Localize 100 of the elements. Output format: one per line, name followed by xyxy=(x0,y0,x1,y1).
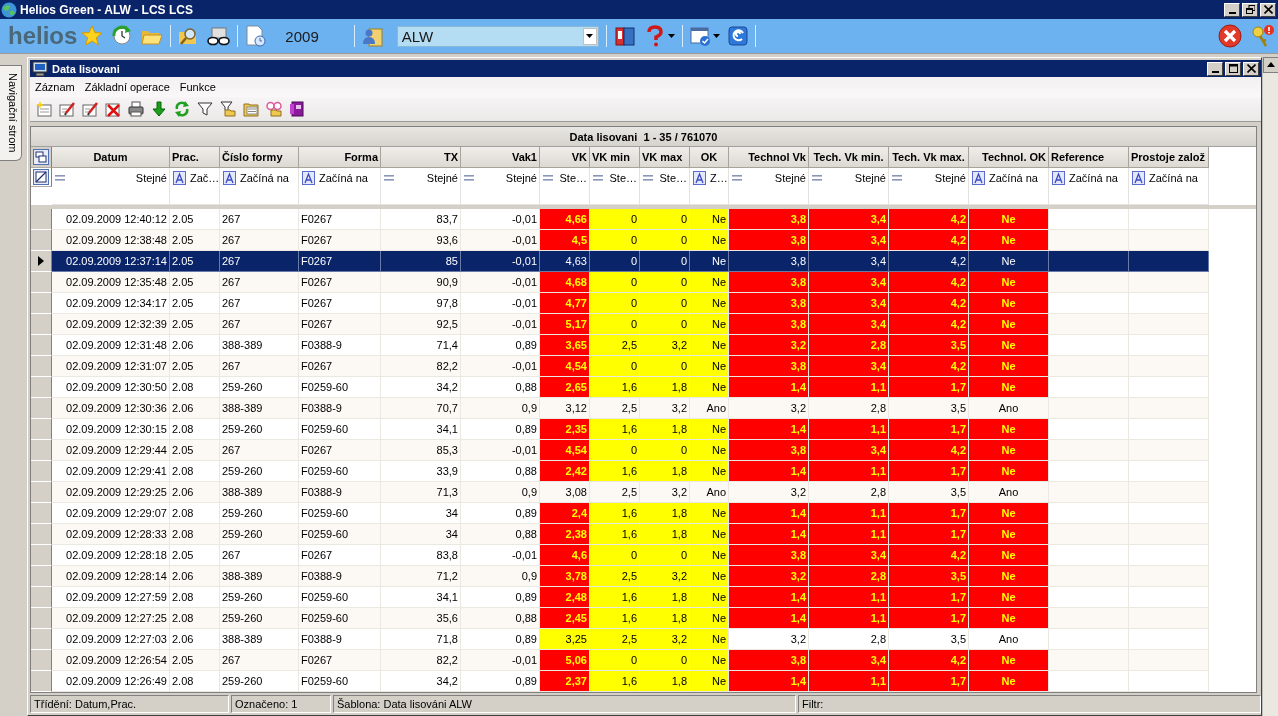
column-header[interactable]: Technol. OK xyxy=(969,147,1049,168)
filter-operator[interactable]: Stejné xyxy=(774,171,806,184)
equals-filter-icon[interactable] xyxy=(892,174,902,181)
table-row[interactable]: 02.09.2009 12:29:25 2.06 388-389 F0388-9 71,3 0,9 3,08 2,5 3,2 Ano 3,2 2,8 3,5 Ano xyxy=(31,482,1209,503)
filter-input[interactable] xyxy=(170,187,220,205)
folder-search-icon[interactable] xyxy=(178,26,199,46)
close-button[interactable] xyxy=(1243,61,1259,76)
vertical-scrollbar[interactable] xyxy=(1262,57,1278,716)
filter-operator[interactable]: Začíná na xyxy=(1149,171,1198,184)
table-row[interactable]: 02.09.2009 12:30:36 2.06 388-389 F0388-9 70,7 0,9 3,12 2,5 3,2 Ano 3,2 2,8 3,5 Ano xyxy=(31,398,1209,419)
filter-icon[interactable] xyxy=(197,101,213,117)
filter-operator[interactable]: Stejné xyxy=(854,171,886,184)
equals-filter-icon[interactable] xyxy=(543,174,553,181)
new-document-icon[interactable] xyxy=(36,101,52,117)
filter-input[interactable] xyxy=(540,187,590,205)
row-selector[interactable] xyxy=(31,251,52,272)
scroll-up-icon[interactable] xyxy=(1263,57,1278,73)
caret-icon[interactable] xyxy=(712,34,720,38)
equals-filter-icon[interactable] xyxy=(55,174,65,181)
table-row[interactable]: 02.09.2009 12:29:07 2.08 259-260 F0259-60 34 0,89 2,4 1,6 1,8 Ne 1,4 1,1 1,7 Ne xyxy=(31,503,1209,524)
delete-document-icon[interactable] xyxy=(105,101,121,117)
filter-operator[interactable]: Stejné xyxy=(934,171,966,184)
key-icon[interactable] xyxy=(1250,24,1275,48)
column-header[interactable]: Tech. Vk max. xyxy=(889,147,969,168)
document-clock-icon[interactable] xyxy=(245,25,268,47)
table-row[interactable]: 02.09.2009 12:31:48 2.06 388-389 F0388-9 71,4 0,89 3,65 2,5 3,2 Ne 3,2 2,8 3,5 Ne xyxy=(31,335,1209,356)
filter-operator[interactable]: Zač… xyxy=(190,171,220,184)
table-row[interactable]: 02.09.2009 12:27:25 2.08 259-260 F0259-60 35,6 0,88 2,45 1,6 1,8 Ne 1,4 1,1 1,7 Ne xyxy=(31,608,1209,629)
glasses-folder-icon[interactable] xyxy=(266,101,282,117)
column-header[interactable]: Číslo formy xyxy=(220,147,299,168)
text-filter-icon[interactable] xyxy=(972,170,985,185)
column-header[interactable]: VK xyxy=(540,147,590,168)
table-row[interactable]: 02.09.2009 12:35:48 2.05 267 F0267 90,9 -0,01 4,68 0 0 Ne 3,8 3,4 4,2 Ne xyxy=(31,272,1209,293)
people-folder-icon[interactable] xyxy=(361,25,383,47)
column-header[interactable]: Vak1 xyxy=(461,147,540,168)
table-row[interactable]: 02.09.2009 12:30:50 2.08 259-260 F0259-60 34,2 0,88 2,65 1,6 1,8 Ne 1,4 1,1 1,7 Ne xyxy=(31,377,1209,398)
organization-combo[interactable]: ALW xyxy=(396,25,599,47)
table-row[interactable]: 02.09.2009 12:32:39 2.05 267 F0267 92,5 -0,01 5,17 0 0 Ne 3,8 3,4 4,2 Ne xyxy=(31,314,1209,335)
column-header[interactable]: Datum xyxy=(52,147,170,168)
minimize-button[interactable] xyxy=(1207,61,1223,76)
filter-clear-icon[interactable] xyxy=(33,169,49,185)
table-row[interactable]: 02.09.2009 12:40:12 2.05 267 F0267 83,7 -0,01 4,66 0 0 Ne 3,8 3,4 4,2 Ne xyxy=(31,209,1209,230)
filter-operator[interactable]: Ste… xyxy=(659,171,687,184)
column-chooser-icon[interactable] xyxy=(33,149,49,165)
filter-folder-icon[interactable] xyxy=(220,101,236,117)
swirl-icon[interactable] xyxy=(727,26,748,46)
folder-list-icon[interactable] xyxy=(243,101,259,117)
column-header[interactable]: VK min xyxy=(590,147,640,168)
refresh-icon[interactable] xyxy=(174,101,190,117)
dropdown-button[interactable] xyxy=(582,27,597,45)
column-header[interactable]: Reference xyxy=(1049,147,1129,168)
filter-operator[interactable]: Stejné xyxy=(505,171,537,184)
filter-input[interactable] xyxy=(809,187,889,205)
text-filter-icon[interactable] xyxy=(223,170,236,185)
filter-input[interactable] xyxy=(640,187,690,205)
text-filter-icon[interactable] xyxy=(693,170,706,185)
printer-icon[interactable] xyxy=(128,101,144,117)
filter-operator[interactable]: Začíná na xyxy=(240,171,289,184)
filter-operator[interactable]: Z… xyxy=(710,171,728,184)
table-row[interactable]: 02.09.2009 12:26:49 2.08 259-260 F0259-60 34,2 0,89 2,37 1,6 1,8 Ne 1,4 1,1 1,7 Ne xyxy=(31,671,1209,692)
filter-operator[interactable]: Ste… xyxy=(559,171,587,184)
table-row[interactable]: 02.09.2009 12:29:41 2.08 259-260 F0259-60 33,9 0,88 2,42 1,6 1,8 Ne 1,4 1,1 1,7 Ne xyxy=(31,461,1209,482)
equals-filter-icon[interactable] xyxy=(464,174,474,181)
table-row[interactable]: 02.09.2009 12:37:14 2.05 267 F0267 85 -0,01 4,63 0 0 Ne 3,8 3,4 4,2 Ne xyxy=(31,251,1209,272)
table-row[interactable]: 02.09.2009 12:28:18 2.05 267 F0267 83,8 -0,01 4,6 0 0 Ne 3,8 3,4 4,2 Ne xyxy=(31,545,1209,566)
column-header[interactable]: OK xyxy=(690,147,729,168)
table-row[interactable]: 02.09.2009 12:38:48 2.05 267 F0267 93,6 -0,01 4,5 0 0 Ne 3,8 3,4 4,2 Ne xyxy=(31,230,1209,251)
filter-input[interactable] xyxy=(381,187,461,205)
filter-input[interactable] xyxy=(889,187,969,205)
filter-input[interactable] xyxy=(1049,187,1129,205)
filter-input[interactable] xyxy=(969,187,1049,205)
filter-input[interactable] xyxy=(1129,187,1209,205)
filter-operator[interactable]: Začíná na xyxy=(989,171,1038,184)
minimize-button[interactable] xyxy=(1224,2,1240,17)
filter-input[interactable] xyxy=(729,187,809,205)
star-icon[interactable] xyxy=(81,25,104,47)
window-check-icon[interactable] xyxy=(689,25,711,47)
menu-item[interactable]: Základní operace xyxy=(84,80,170,94)
equals-filter-icon[interactable] xyxy=(593,174,603,181)
menu-item[interactable]: Funkce xyxy=(179,80,216,94)
filter-input[interactable] xyxy=(690,187,729,205)
column-header[interactable]: TX xyxy=(381,147,461,168)
column-header[interactable]: Prac. xyxy=(170,147,220,168)
menu-item[interactable]: Záznam xyxy=(35,80,75,94)
filter-operator[interactable]: Začíná na xyxy=(319,171,368,184)
table-row[interactable]: 02.09.2009 12:30:15 2.08 259-260 F0259-60 34,1 0,89 2,35 1,6 1,8 Ne 1,4 1,1 1,7 Ne xyxy=(31,419,1209,440)
filter-input[interactable] xyxy=(590,187,640,205)
edit-document-icon[interactable] xyxy=(82,101,98,117)
text-filter-icon[interactable] xyxy=(173,170,186,185)
binder-icon[interactable] xyxy=(289,101,305,117)
equals-filter-icon[interactable] xyxy=(384,174,394,181)
text-filter-icon[interactable] xyxy=(302,170,315,185)
column-header[interactable]: VK max xyxy=(640,147,690,168)
book-icon[interactable] xyxy=(613,25,636,47)
filter-operator[interactable]: Ste… xyxy=(609,171,637,184)
edit-document-icon[interactable] xyxy=(59,101,75,117)
maximize-button[interactable] xyxy=(1225,61,1241,76)
close-button[interactable] xyxy=(1260,2,1276,17)
clock-refresh-icon[interactable] xyxy=(111,25,134,47)
table-row[interactable]: 02.09.2009 12:26:54 2.05 267 F0267 82,2 -0,01 5,06 0 0 Ne 3,8 3,4 4,2 Ne xyxy=(31,650,1209,671)
